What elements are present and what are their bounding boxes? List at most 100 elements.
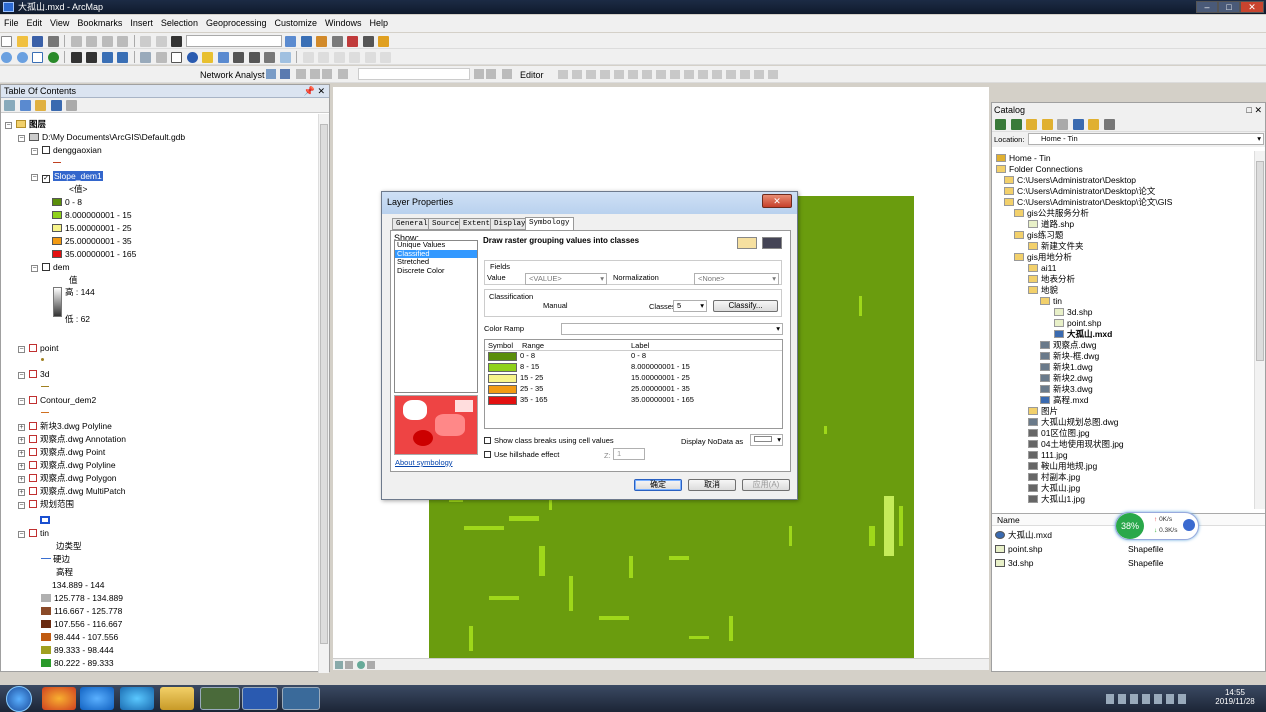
edit-attributes-icon[interactable] <box>502 69 512 79</box>
menu-edit[interactable]: Edit <box>23 15 47 32</box>
class-symbol-swatch[interactable] <box>488 352 517 361</box>
list-item-point-shp[interactable]: point.shp <box>995 544 1043 555</box>
hillshade-checkbox-row[interactable]: Use hillshade effect <box>484 450 559 459</box>
open-folder-button[interactable] <box>737 237 757 249</box>
catalog-tree-item[interactable]: 大孤山.mxd <box>1054 329 1112 340</box>
catalog-tree-item[interactable]: Folder Connections <box>996 164 1083 175</box>
list-by-source-icon[interactable] <box>19 100 31 111</box>
find-route-icon[interactable] <box>248 52 260 63</box>
menu-windows[interactable]: Windows <box>321 15 366 32</box>
map-status-scrollbar[interactable] <box>333 658 989 670</box>
toc-3d[interactable]: −3d <box>18 369 49 380</box>
data-view-icon[interactable] <box>335 661 343 669</box>
apply-button[interactable]: 应用(A) <box>742 479 790 491</box>
network-speed-widget[interactable]: 38% ↑ 0K/s ↓ 0.3K/s <box>1115 512 1199 540</box>
save-icon[interactable] <box>32 36 44 47</box>
about-symbology-link[interactable]: About symbology <box>395 458 453 467</box>
tab-display[interactable]: Display <box>490 218 530 230</box>
close-window-button[interactable]: ✕ <box>1240 1 1264 13</box>
network-dropdown-icon[interactable] <box>266 69 276 79</box>
list-item-3d-shp[interactable]: 3d.shp <box>995 558 1034 569</box>
color-ramp-select[interactable]: ▾ <box>561 323 783 335</box>
connect-folder-icon[interactable] <box>1057 119 1069 130</box>
taskbar-app-2[interactable] <box>80 687 114 710</box>
new-folder-icon[interactable] <box>1088 119 1100 130</box>
catalog-tree-item[interactable]: 鞍山用地规.jpg <box>1028 461 1097 472</box>
full-extent-icon[interactable] <box>47 52 59 63</box>
cut-icon[interactable] <box>70 36 82 47</box>
new-icon[interactable] <box>1 36 12 47</box>
catalog-tree-scrollbar[interactable] <box>1254 151 1265 509</box>
back-icon[interactable] <box>995 119 1006 130</box>
network-directions-icon[interactable] <box>486 69 496 79</box>
reshape-icon[interactable] <box>380 52 392 63</box>
delete-icon[interactable] <box>117 36 129 47</box>
taskbar-app-search[interactable] <box>282 687 320 710</box>
fixed-zoom-out-icon[interactable] <box>86 52 98 63</box>
toc-guanchadian-annotation[interactable]: + 观察点.dwg Annotation <box>18 434 126 445</box>
classes-select[interactable]: 5 ▾ <box>673 300 707 312</box>
draw-tools-icon[interactable] <box>318 52 330 63</box>
catalog-tree-item[interactable]: C:\Users\Administrator\Desktop <box>1004 175 1136 186</box>
tab-extent[interactable]: Extent <box>459 218 495 230</box>
catalog-tree-item[interactable]: point.shp <box>1054 318 1102 329</box>
catalog-tree-item[interactable]: 道路.shp <box>1028 219 1074 230</box>
class-row[interactable]: 35 - 165 35.00000001 - 165 <box>485 395 782 406</box>
home-icon[interactable] <box>1041 119 1053 130</box>
class-range[interactable]: 25 - 35 <box>520 384 543 394</box>
build-network-icon[interactable] <box>280 69 290 79</box>
class-range[interactable]: 8 - 15 <box>520 362 539 372</box>
layout-view-icon[interactable] <box>345 661 353 669</box>
catalog-tree-item[interactable]: 地表分析 <box>1028 274 1075 285</box>
pause-drawing-icon[interactable] <box>367 661 375 669</box>
trace-icon[interactable] <box>349 52 361 63</box>
measure-icon[interactable] <box>264 52 276 63</box>
zoom-out-icon[interactable] <box>16 52 28 63</box>
network-solve-icon[interactable] <box>338 69 348 79</box>
catalog-tree-item[interactable]: 新块1.dwg <box>1040 362 1093 373</box>
taskbar-word[interactable] <box>242 687 278 710</box>
toc-point[interactable]: − point <box>18 343 58 354</box>
value-field-select[interactable]: <VALUE> ▾ <box>525 273 607 285</box>
toc-tin[interactable]: − tin <box>18 528 49 539</box>
find-icon[interactable] <box>233 52 245 63</box>
html-popup-icon[interactable] <box>217 52 229 63</box>
taskbar-ie[interactable] <box>120 687 154 710</box>
menu-bookmarks[interactable]: Bookmarks <box>73 15 126 32</box>
start-button[interactable] <box>6 686 32 712</box>
scale-combo[interactable] <box>185 35 282 47</box>
copy-icon[interactable] <box>86 36 98 47</box>
clear-selection-icon[interactable] <box>155 52 167 63</box>
toc-gdb[interactable]: − D:\My Documents\ArcGIS\Default.gdb <box>18 132 185 143</box>
editor-menu[interactable]: Editor <box>520 70 544 80</box>
print-icon[interactable] <box>47 36 59 47</box>
catalog-tree-item[interactable]: gis用地分析 <box>1014 252 1072 263</box>
network-move-icon[interactable] <box>310 69 320 79</box>
identify-icon[interactable] <box>186 52 198 63</box>
maximize-button[interactable]: □ <box>1218 1 1240 13</box>
z-factor-input[interactable]: 1 <box>613 448 645 460</box>
toc-dem[interactable]: − dem <box>31 262 70 273</box>
tab-general[interactable]: General <box>392 218 432 230</box>
class-label[interactable]: 25.00000001 - 35 <box>631 384 690 394</box>
toc-xinkuai3-polyline[interactable]: + 新块3.dwg Polyline <box>18 421 112 432</box>
forward-icon[interactable] <box>1010 119 1022 130</box>
menu-help[interactable]: Help <box>366 15 393 32</box>
refresh-icon[interactable] <box>357 661 365 669</box>
minimize-button[interactable]: – <box>1196 1 1218 13</box>
normalization-select[interactable]: <None> ▾ <box>694 273 779 285</box>
catalog-tree-item[interactable]: 新块-框.dwg <box>1040 351 1099 362</box>
catalog-tree-item[interactable]: 大孤山规划总图.dwg <box>1028 417 1118 428</box>
add-data-icon[interactable] <box>171 36 183 47</box>
taskbar-arcmap[interactable] <box>200 687 240 710</box>
taskbar-clock[interactable]: 14:55 2019/11/28 <box>1210 688 1260 706</box>
class-symbol-swatch[interactable] <box>488 396 517 405</box>
catalog-options-icon[interactable] <box>1103 119 1115 130</box>
catalog-tree-item[interactable]: gis练习题 <box>1014 230 1063 241</box>
class-row[interactable]: 0 - 8 0 - 8 <box>485 351 782 362</box>
menu-geoprocessing[interactable]: Geoprocessing <box>202 15 271 32</box>
catalog-tree-item[interactable]: 村副本.jpg <box>1028 472 1080 483</box>
views-icon[interactable] <box>1072 119 1084 130</box>
class-range[interactable]: 15 - 25 <box>520 373 543 383</box>
catalog-tree-item[interactable]: 大孤山1.jpg <box>1028 494 1085 505</box>
